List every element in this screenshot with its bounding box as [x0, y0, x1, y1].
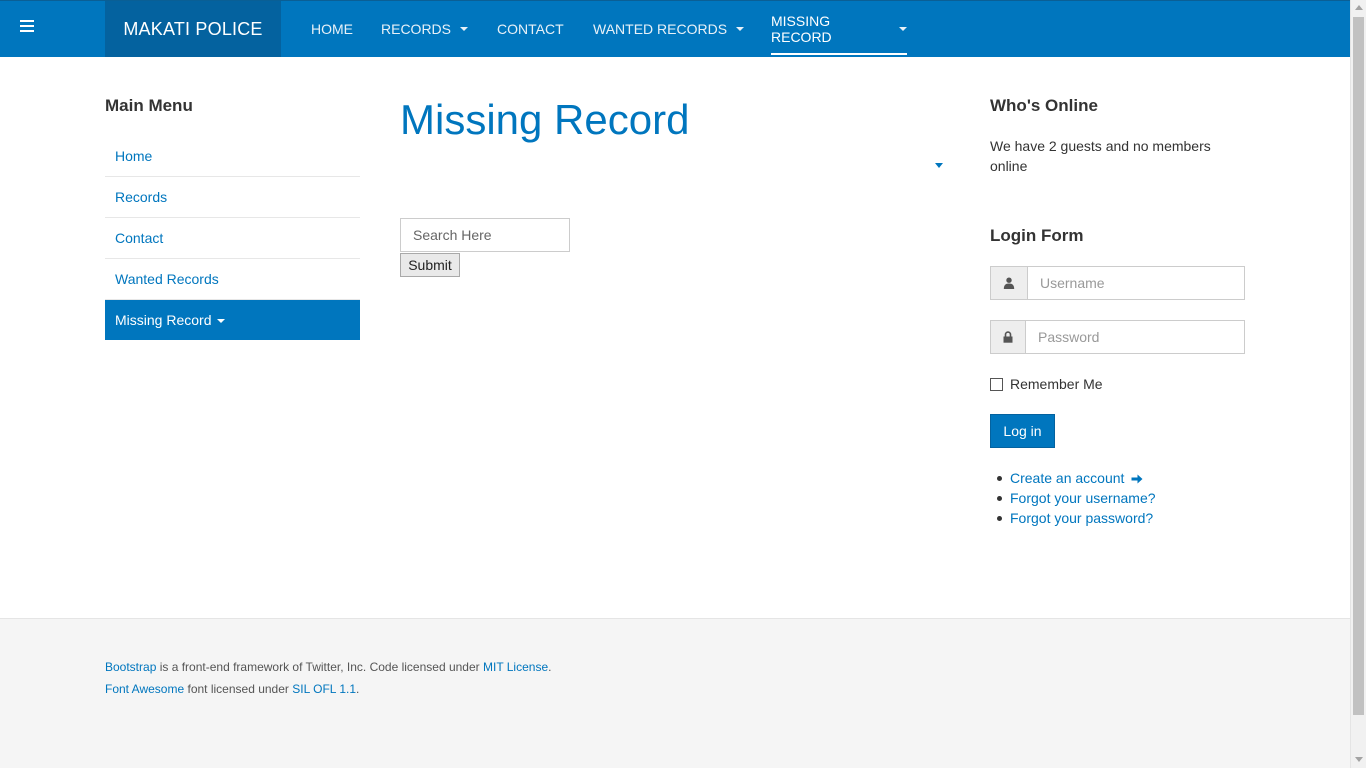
site-brand[interactable]: MAKATI POLICE — [105, 1, 281, 57]
page-title: Missing Record — [400, 96, 690, 143]
nav-records-label: RECORDS — [381, 21, 452, 37]
sidebar-item-label: Missing Record — [115, 312, 212, 328]
username-group — [990, 266, 1245, 300]
font-awesome-link[interactable]: Font Awesome — [105, 682, 184, 696]
sidebar-item-home[interactable]: Home — [105, 136, 360, 177]
caret-down-icon — [736, 27, 745, 31]
footer-fontawesome-line: Font Awesome font licensed under SIL OFL… — [105, 682, 359, 696]
footer-text: is a front-end framework of Twitter, Inc… — [156, 660, 483, 674]
main-menu: Home Records Contact Wanted Records Miss… — [105, 136, 360, 340]
nav-missing-record[interactable]: MISSING RECORD — [771, 1, 907, 57]
caret-down-icon[interactable] — [935, 163, 943, 168]
remember-me-checkbox[interactable] — [990, 377, 1003, 391]
list-item: Forgot your password? — [990, 508, 1156, 528]
password-field[interactable] — [1025, 320, 1245, 354]
whos-online-text: We have 2 guests and no members online — [990, 138, 1211, 174]
menu-icon[interactable] — [20, 20, 34, 36]
scroll-down-arrow-icon[interactable] — [1355, 757, 1363, 762]
list-item: Create an account — [990, 468, 1156, 488]
main-menu-title: Main Menu — [105, 96, 193, 115]
list-item: Forgot your username? — [990, 488, 1156, 508]
password-group — [990, 320, 1245, 354]
lock-icon — [990, 320, 1025, 354]
bootstrap-link[interactable]: Bootstrap — [105, 660, 156, 674]
nav-home[interactable]: HOME — [311, 1, 353, 57]
scrollbar-thumb[interactable] — [1353, 17, 1364, 715]
footer-text: font licensed under — [184, 682, 293, 696]
caret-down-icon — [217, 319, 226, 324]
username-field[interactable] — [1027, 266, 1245, 300]
arrow-right-icon — [1131, 474, 1143, 484]
user-icon — [990, 266, 1027, 300]
footer-bootstrap-line: Bootstrap is a front-end framework of Tw… — [105, 660, 551, 674]
remember-me: Remember Me — [990, 376, 1103, 392]
nav-wanted-records[interactable]: WANTED RECORDS — [593, 1, 745, 57]
top-navbar: MAKATI POLICE HOME RECORDS CONTACT WANTE… — [0, 0, 1350, 57]
login-button[interactable]: Log in — [990, 414, 1055, 448]
create-account-link[interactable]: Create an account — [1010, 470, 1124, 486]
forgot-password-link[interactable]: Forgot your password? — [1010, 510, 1153, 526]
page-footer: Bootstrap is a front-end framework of Tw… — [0, 618, 1350, 768]
forgot-username-link[interactable]: Forgot your username? — [1010, 490, 1156, 506]
nav-home-label: HOME — [311, 21, 353, 37]
whos-online-title: Who's Online — [990, 96, 1098, 115]
footer-text: . — [356, 682, 360, 696]
sidebar-item-wanted-records[interactable]: Wanted Records — [105, 259, 360, 300]
submit-button[interactable]: Submit — [400, 253, 460, 277]
sidebar-item-contact[interactable]: Contact — [105, 218, 360, 259]
login-form-title: Login Form — [990, 226, 1084, 245]
caret-down-icon — [899, 27, 907, 31]
caret-down-icon — [460, 27, 469, 31]
login-links: Create an account Forgot your username? … — [990, 468, 1156, 528]
sil-ofl-link[interactable]: SIL OFL 1.1 — [292, 682, 356, 696]
nav-missing-record-label: MISSING RECORD — [771, 13, 832, 45]
sidebar-item-records[interactable]: Records — [105, 177, 360, 218]
sidebar-item-missing-record[interactable]: Missing Record — [105, 300, 360, 340]
page-scrollbar[interactable] — [1350, 0, 1366, 768]
nav-contact-label: CONTACT — [497, 21, 564, 37]
footer-text: . — [548, 660, 552, 674]
mit-license-link[interactable]: MIT License — [483, 660, 548, 674]
remember-me-label: Remember Me — [1010, 376, 1103, 392]
search-input[interactable] — [400, 218, 570, 252]
nav-records[interactable]: RECORDS — [381, 1, 469, 57]
scroll-up-arrow-icon[interactable] — [1355, 5, 1363, 10]
nav-wanted-records-label: WANTED RECORDS — [593, 21, 728, 37]
nav-contact[interactable]: CONTACT — [497, 1, 564, 57]
